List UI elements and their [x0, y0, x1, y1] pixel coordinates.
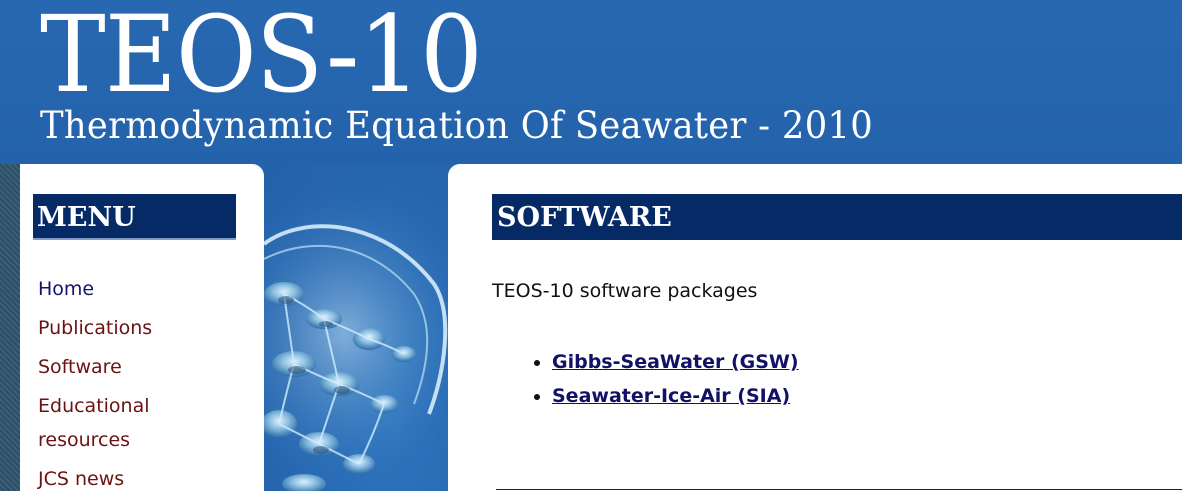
package-item-sia: Seawater-Ice-Air (SIA) [552, 379, 799, 413]
site-title: TEOS-10 [40, 0, 483, 116]
main-content: SOFTWARE TEOS-10 software packages Gibbs… [448, 164, 1182, 491]
package-link-sia[interactable]: Seawater-Ice-Air (SIA) [552, 385, 790, 407]
package-link-gsw[interactable]: Gibbs-SeaWater (GSW) [552, 351, 799, 373]
decorative-left-strip [0, 164, 20, 491]
page: TEOS-10 Thermodynamic Equation Of Seawat… [0, 0, 1182, 491]
site-subtitle: Thermodynamic Equation Of Seawater - 201… [40, 104, 873, 147]
menu-link-publications[interactable]: Publications [38, 317, 152, 339]
sea-ice-illustration [264, 184, 448, 491]
menu-item-software: Software [38, 350, 188, 384]
menu-item-educational-resources: Educational resources [38, 389, 188, 457]
menu-item-jcs-news: JCS news [38, 462, 188, 491]
sidebar-menu: MENU Home Publications Software Educatio… [20, 164, 264, 491]
intro-text: TEOS-10 software packages [492, 280, 758, 302]
divider [496, 489, 1182, 490]
menu-link-home[interactable]: Home [38, 278, 94, 300]
menu-link-software[interactable]: Software [38, 356, 122, 378]
menu-list: Home Publications Software Educational r… [38, 272, 188, 491]
menu-link-jcs-news[interactable]: JCS news [38, 468, 124, 490]
menu-item-home: Home [38, 272, 188, 306]
package-list: Gibbs-SeaWater (GSW) Seawater-Ice-Air (S… [532, 345, 799, 413]
site-header-banner: TEOS-10 Thermodynamic Equation Of Seawat… [0, 0, 1182, 164]
menu-item-publications: Publications [38, 311, 188, 345]
software-heading: SOFTWARE [492, 194, 1182, 240]
sea-ice-decorative-image [264, 164, 448, 491]
menu-link-educational-resources[interactable]: Educational resources [38, 395, 150, 451]
package-item-gsw: Gibbs-SeaWater (GSW) [552, 345, 799, 379]
menu-heading: MENU [33, 194, 236, 240]
